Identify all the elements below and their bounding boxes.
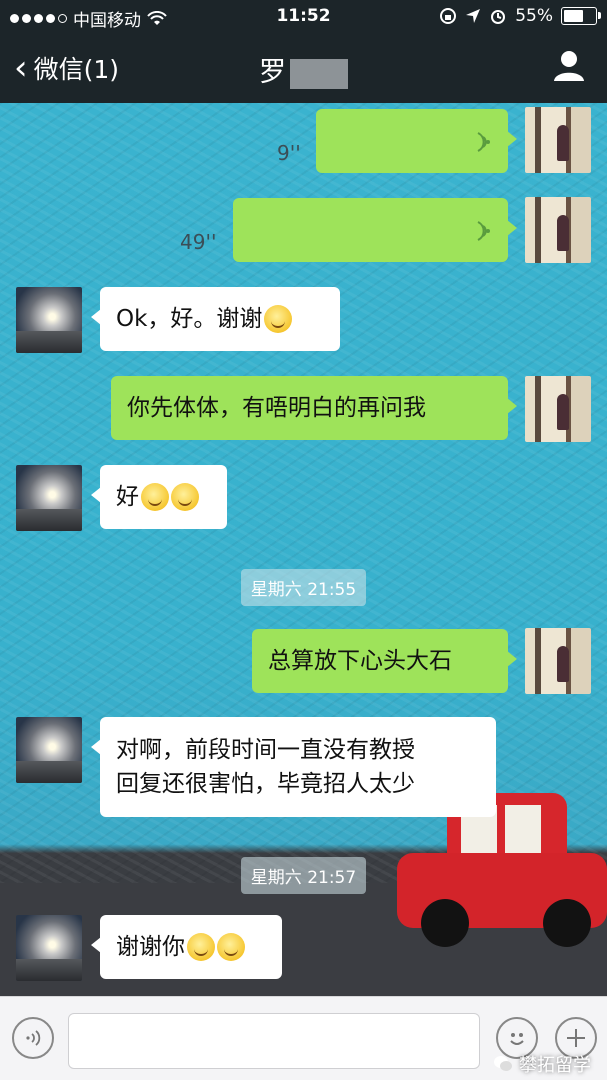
chat-area[interactable]: 9'' 49'' Ok，好。谢谢 你先体体，有唔明白的再问我 好 星期六 21:… xyxy=(0,103,607,996)
smile-emoji-icon xyxy=(187,933,215,961)
timestamp: 星期六 21:55 xyxy=(0,569,607,606)
battery-percent: 55% xyxy=(515,6,553,26)
voice-duration: 9'' xyxy=(277,141,301,165)
message-text: 好 xyxy=(116,484,139,510)
watermark-text: 攀拓留学 xyxy=(519,1055,591,1076)
status-right: 55% xyxy=(439,6,601,26)
my-avatar[interactable] xyxy=(525,628,591,694)
outgoing-message-bubble[interactable]: 你先体体，有唔明白的再问我 xyxy=(111,376,517,440)
my-avatar[interactable] xyxy=(525,197,591,263)
voice-message-bubble[interactable] xyxy=(233,198,517,262)
message-text: 谢谢你 xyxy=(116,934,185,960)
contact-avatar[interactable] xyxy=(16,915,82,981)
redacted-name-block xyxy=(290,58,348,89)
battery-icon xyxy=(561,7,601,25)
timestamp-label: 星期六 21:55 xyxy=(240,569,367,606)
message-text-line: 对啊，前段时间一直没有教授 xyxy=(116,737,415,763)
timestamp: 星期六 21:57 xyxy=(0,857,607,894)
message-text: 总算放下心头大石 xyxy=(268,648,452,674)
timestamp-label: 星期六 21:57 xyxy=(240,857,367,894)
chat-title: 罗 xyxy=(0,50,607,89)
voice-wave-icon xyxy=(477,132,490,152)
watermark: 攀拓留学 xyxy=(493,1051,591,1077)
message-input[interactable] xyxy=(68,1013,480,1069)
message-text: Ok，好。谢谢 xyxy=(116,306,263,332)
nav-bar: ‹ 微信(1) 罗 xyxy=(0,40,607,100)
voice-input-icon xyxy=(26,1030,41,1046)
status-bar: 中国移动 11:52 55% xyxy=(0,0,607,34)
smirk-emoji-icon xyxy=(141,483,169,511)
input-bar: 攀拓留学 xyxy=(0,996,607,1080)
wechat-chat-screen: 中国移动 11:52 55% ‹ 微信(1) 罗 9'' 49'' Ok，好。谢… xyxy=(0,0,607,1080)
my-avatar[interactable] xyxy=(525,107,591,173)
incoming-message-bubble[interactable]: 对啊，前段时间一直没有教授 回复还很害怕，毕竟招人太少 xyxy=(91,717,496,817)
wechat-logo-icon xyxy=(494,1056,512,1071)
alarm-icon xyxy=(491,10,506,24)
incoming-message-bubble[interactable]: Ok，好。谢谢 xyxy=(91,287,340,351)
plus-icon xyxy=(567,1029,585,1047)
smile-emoji-icon xyxy=(264,305,293,333)
my-avatar[interactable] xyxy=(525,376,591,442)
incoming-message-bubble[interactable]: 好 xyxy=(91,465,227,529)
smirk-emoji-icon xyxy=(171,483,199,511)
message-text-line: 回复还很害怕，毕竟招人太少 xyxy=(116,771,415,797)
voice-wave-icon xyxy=(477,221,490,241)
top-bar: 中国移动 11:52 55% ‹ 微信(1) 罗 xyxy=(0,0,607,103)
contact-avatar[interactable] xyxy=(16,717,82,783)
contact-name: 罗 xyxy=(259,57,286,88)
incoming-message-bubble[interactable]: 谢谢你 xyxy=(91,915,282,979)
voice-duration: 49'' xyxy=(180,230,217,254)
voice-input-button[interactable] xyxy=(12,1017,54,1059)
contact-avatar[interactable] xyxy=(16,465,82,531)
location-arrow-icon xyxy=(466,9,481,23)
emoji-icon xyxy=(510,1033,524,1045)
rotation-lock-icon xyxy=(440,8,457,24)
voice-message-bubble[interactable] xyxy=(316,109,517,173)
person-icon[interactable] xyxy=(551,48,587,84)
smile-emoji-icon xyxy=(217,933,245,961)
contact-avatar[interactable] xyxy=(16,287,82,353)
message-text: 你先体体，有唔明白的再问我 xyxy=(127,395,426,421)
outgoing-message-bubble[interactable]: 总算放下心头大石 xyxy=(252,629,517,693)
